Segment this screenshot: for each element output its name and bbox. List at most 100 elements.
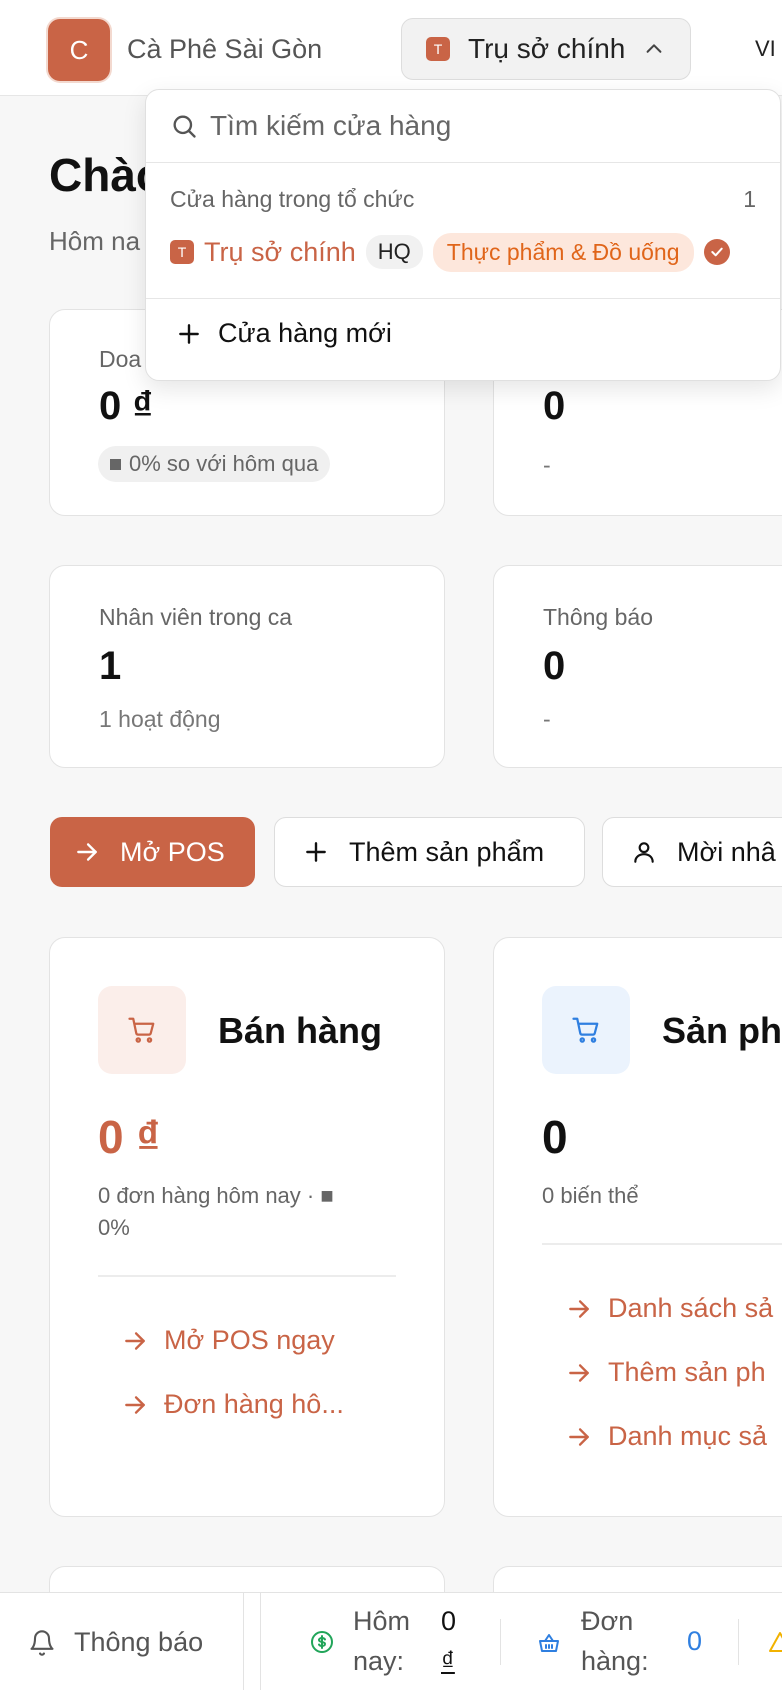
top-bar: C Cà Phê Sài Gòn T Trụ sở chính VI	[0, 0, 782, 96]
module-link-label: Danh mục sả	[608, 1421, 768, 1451]
stat-sub: 1 hoạt động	[99, 706, 221, 732]
arrow-right-icon	[569, 1427, 589, 1446]
stat-change-text: 0% so với hôm qua	[129, 451, 319, 476]
user-icon	[634, 842, 654, 863]
invite-staff-label: Mời nhâ	[677, 836, 776, 867]
divider	[243, 1593, 244, 1690]
greeting-subtitle: Hôm na	[49, 226, 141, 256]
stat-sub: -	[543, 452, 551, 478]
divider	[260, 1593, 261, 1690]
module-link[interactable]: Danh sách sả	[566, 1293, 773, 1324]
store-selector-button[interactable]: T Trụ sở chính	[401, 18, 691, 80]
arrow-right-icon	[125, 1331, 145, 1350]
notifications-label: Thông báo	[74, 1627, 204, 1657]
store-search	[170, 110, 750, 142]
chevron-up-icon	[646, 44, 662, 53]
arrow-right-icon	[125, 1395, 145, 1414]
new-store-button[interactable]: Cửa hàng mới	[176, 318, 392, 349]
cart-icon	[572, 1017, 599, 1043]
divider	[500, 1619, 501, 1665]
stat-change-badge: 0% so với hôm qua	[98, 446, 331, 482]
arrow-right-icon	[569, 1299, 589, 1318]
module-value: 0	[542, 1111, 568, 1163]
stat-value: 1	[99, 644, 122, 688]
stat-label: Doa	[99, 346, 142, 372]
module-link[interactable]: Thêm sản ph	[566, 1357, 766, 1388]
basket-icon	[539, 1634, 559, 1652]
hq-badge: HQ	[365, 235, 423, 269]
open-pos-button[interactable]: Mở POS	[50, 817, 255, 887]
today-label-line: Hôm	[353, 1606, 411, 1636]
module-icon-box	[98, 986, 186, 1074]
category-badge: Thực phẩm & Đồ uống	[432, 232, 694, 272]
store-group-count: 1	[743, 186, 756, 212]
money-icon	[311, 1631, 333, 1653]
stat-value: 0	[543, 384, 566, 428]
stat-card-notifications[interactable]: Thông báo 0 -	[493, 565, 782, 768]
bell-icon	[30, 1629, 54, 1656]
module-sub-line: 0%	[98, 1215, 130, 1240]
stat-value: 0	[543, 644, 566, 688]
plus-icon	[306, 842, 326, 862]
stat-sub: -	[543, 706, 551, 732]
module-sub-line: 0 đơn hàng hôm nay · ■	[98, 1183, 334, 1208]
stat-card-staff[interactable]: Nhân viên trong ca 1 1 hoạt động	[49, 565, 445, 768]
store-dropdown: Cửa hàng trong tổ chức 1 T Trụ sở chính …	[145, 89, 781, 381]
store-option[interactable]: T Trụ sở chính HQ Thực phẩm & Đồ uống	[170, 230, 760, 274]
module-link-label: Mở POS ngay	[164, 1325, 335, 1355]
today-value: 0 ₫	[441, 1601, 456, 1681]
brand-name: Cà Phê Sài Gòn	[127, 34, 323, 64]
module-title: Sản ph	[662, 1010, 782, 1051]
search-icon	[173, 115, 196, 138]
orders-value: 0	[687, 1626, 703, 1656]
stat-value: 0 ₫	[99, 384, 153, 428]
store-selector-label: Trụ sở chính	[468, 33, 626, 64]
store-group-label: Cửa hàng trong tổ chức	[170, 186, 415, 212]
stat-label: Thông báo	[543, 604, 653, 630]
open-pos-label: Mở POS	[120, 836, 225, 867]
warning-icon	[769, 1632, 782, 1652]
today-label: Hôm nay:	[353, 1601, 410, 1681]
module-link-label: Danh sách sả	[608, 1293, 774, 1323]
brand-logo[interactable]: C	[48, 19, 110, 81]
module-title: Bán hàng	[218, 1010, 383, 1051]
invite-staff-button[interactable]: Mời nhâ	[602, 817, 782, 887]
store-icon: T	[170, 240, 194, 264]
notifications-button[interactable]: Thông báo	[28, 1627, 203, 1658]
store-option-name: Trụ sở chính	[204, 236, 356, 267]
language-switcher[interactable]: VI	[755, 36, 776, 62]
module-link[interactable]: Đơn hàng hô...	[122, 1389, 344, 1420]
orders-label-line: Đơn	[581, 1606, 634, 1636]
module-link[interactable]: Mở POS ngay	[122, 1325, 335, 1356]
module-link[interactable]: Danh mục sả	[566, 1421, 767, 1452]
square-icon	[110, 458, 121, 470]
orders-label-line: hàng:	[581, 1646, 649, 1676]
add-product-button[interactable]: Thêm sản phẩm	[274, 817, 585, 887]
module-icon-box	[542, 986, 630, 1074]
check-icon	[703, 239, 730, 265]
module-value: 0 ₫	[98, 1111, 160, 1163]
module-sub: 0 biến thể	[542, 1180, 639, 1212]
cart-icon	[128, 1017, 155, 1043]
new-store-label: Cửa hàng mới	[218, 318, 392, 348]
arrow-right-icon	[569, 1363, 589, 1382]
stat-label: Nhân viên trong ca	[99, 604, 293, 630]
module-card-sales: Bán hàng 0 ₫ 0 đơn hàng hôm nay · ■ 0% M…	[49, 937, 445, 1517]
divider	[542, 1243, 782, 1245]
add-product-label: Thêm sản phẩm	[349, 836, 545, 867]
divider	[146, 298, 780, 299]
plus-icon	[179, 323, 199, 344]
module-card-products: Sản ph 0 0 biến thể Danh sách sả Thêm sả…	[493, 937, 782, 1517]
module-sub-line: 0 biến thể	[542, 1183, 639, 1208]
divider	[738, 1619, 739, 1665]
today-label-line: nay:	[353, 1646, 405, 1676]
store-icon: T	[426, 37, 450, 61]
module-link-label: Thêm sản ph	[608, 1357, 766, 1387]
bottom-status-bar: Thông báo Hôm nay: 0 ₫ Đơn hàng: 0	[0, 1592, 782, 1690]
today-value-line: 0	[441, 1606, 457, 1636]
today-value-line: ₫	[441, 1646, 455, 1676]
module-sub: 0 đơn hàng hôm nay · ■ 0%	[98, 1180, 334, 1244]
arrow-right-icon	[77, 843, 97, 861]
store-search-input[interactable]	[210, 110, 750, 142]
divider	[98, 1275, 396, 1277]
